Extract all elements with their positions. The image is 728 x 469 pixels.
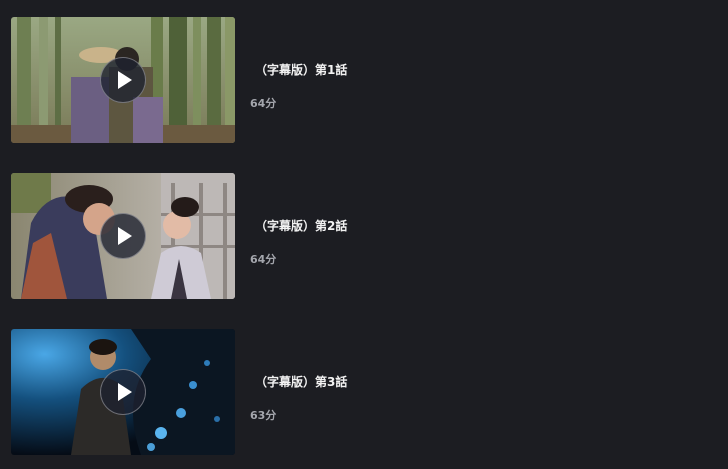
play-icon [118, 383, 132, 401]
episode-thumbnail-2[interactable] [11, 173, 235, 299]
episode-item-1[interactable]: （字幕版）第1話 64分 [11, 17, 711, 143]
play-icon [118, 227, 132, 245]
episode-title[interactable]: （字幕版）第2話 [255, 217, 347, 234]
episode-duration: 64分 [250, 97, 277, 110]
episode-duration: 63分 [250, 409, 277, 422]
episode-item-2[interactable]: （字幕版）第2話 64分 [11, 173, 711, 299]
episode-title[interactable]: （字幕版）第1話 [255, 61, 347, 78]
episode-duration: 64分 [250, 253, 277, 266]
play-button[interactable] [100, 57, 146, 103]
episode-thumbnail-3[interactable] [11, 329, 235, 455]
play-button[interactable] [100, 213, 146, 259]
episode-list: （字幕版）第1話 64分 （字幕版）第2話 64分 （字幕版）第3話 63分 [0, 0, 728, 469]
play-icon [118, 71, 132, 89]
play-button[interactable] [100, 369, 146, 415]
episode-title[interactable]: （字幕版）第3話 [255, 373, 347, 390]
episode-item-3[interactable]: （字幕版）第3話 63分 [11, 329, 711, 455]
episode-thumbnail-1[interactable] [11, 17, 235, 143]
